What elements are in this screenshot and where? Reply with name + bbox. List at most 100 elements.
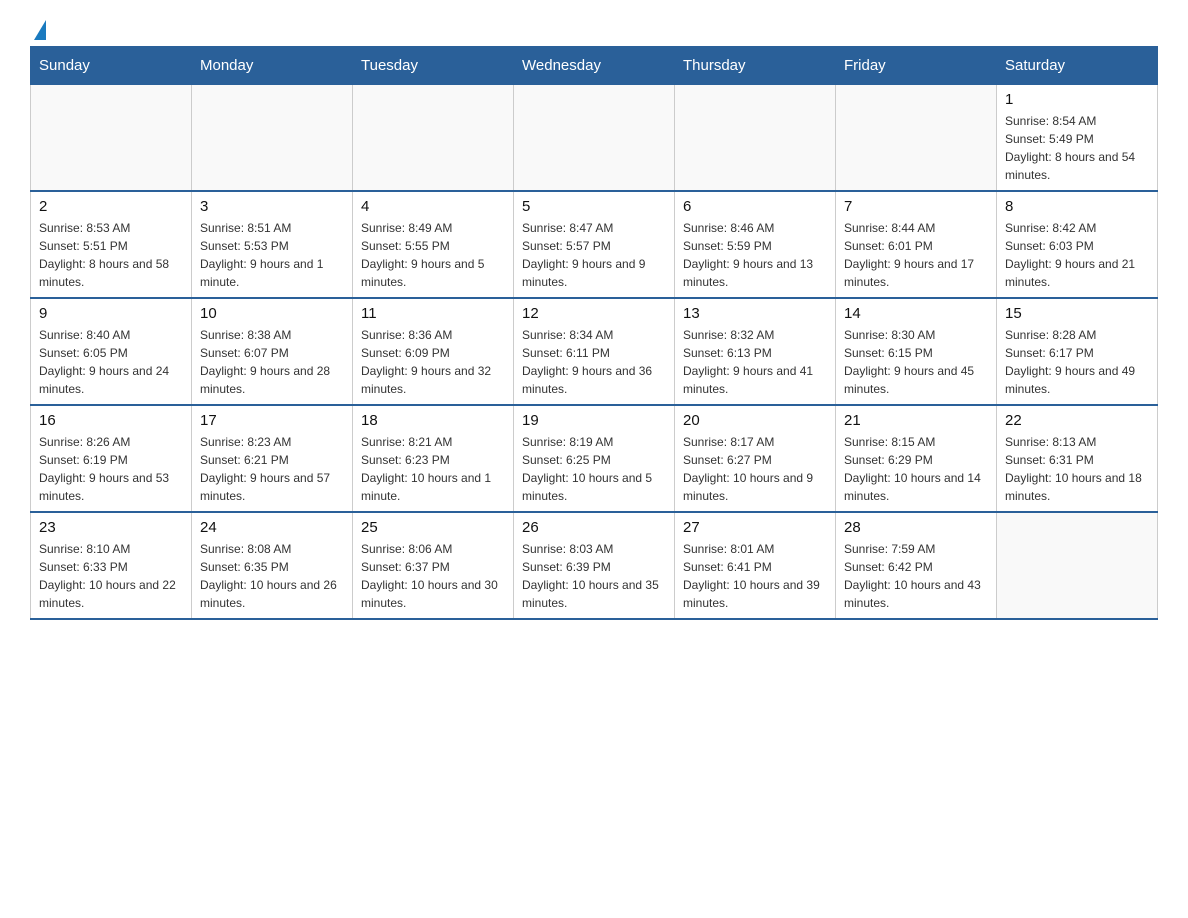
table-row: 2 Sunrise: 8:53 AMSunset: 5:51 PMDaylight… [31, 191, 192, 298]
header-thursday: Thursday [675, 47, 836, 85]
table-row: 13 Sunrise: 8:32 AMSunset: 6:13 PMDayligh… [675, 298, 836, 405]
table-row: 12 Sunrise: 8:34 AMSunset: 6:11 PMDayligh… [514, 298, 675, 405]
day-info: Sunrise: 8:01 AMSunset: 6:41 PMDaylight:… [683, 540, 827, 612]
table-row: 1Sunrise: 8:54 AMSunset: 5:49 PMDaylight… [997, 85, 1158, 192]
day-info: Sunrise: 8:19 AMSunset: 6:25 PMDaylight:… [522, 433, 666, 505]
day-info: Sunrise: 8:53 AMSunset: 5:51 PMDaylight:… [39, 219, 183, 291]
day-number: 26 [522, 519, 666, 536]
day-number: 3 [200, 198, 344, 215]
day-number: 20 [683, 412, 827, 429]
table-row: 18 Sunrise: 8:21 AMSunset: 6:23 PMDayligh… [353, 405, 514, 512]
day-info: Sunrise: 8:49 AMSunset: 5:55 PMDaylight:… [361, 219, 505, 291]
day-info: Sunrise: 8:03 AMSunset: 6:39 PMDaylight:… [522, 540, 666, 612]
table-row: 14 Sunrise: 8:30 AMSunset: 6:15 PMDayligh… [836, 298, 997, 405]
day-info: Sunrise: 8:15 AMSunset: 6:29 PMDaylight:… [844, 433, 988, 505]
table-row: 10 Sunrise: 8:38 AMSunset: 6:07 PMDayligh… [192, 298, 353, 405]
table-row [353, 85, 514, 192]
day-number: 9 [39, 305, 183, 322]
day-info: Sunrise: 8:28 AMSunset: 6:17 PMDaylight:… [1005, 326, 1149, 398]
table-row: 28 Sunrise: 7:59 AMSunset: 6:42 PMDayligh… [836, 512, 997, 619]
header-saturday: Saturday [997, 47, 1158, 85]
table-row [31, 85, 192, 192]
day-number: 8 [1005, 198, 1149, 215]
table-row: 15 Sunrise: 8:28 AMSunset: 6:17 PMDayligh… [997, 298, 1158, 405]
day-info: Sunrise: 8:10 AMSunset: 6:33 PMDaylight:… [39, 540, 183, 612]
table-row [836, 85, 997, 192]
table-row: 16Sunrise: 8:26 AMSunset: 6:19 PMDayligh… [31, 405, 192, 512]
table-row: 25 Sunrise: 8:06 AMSunset: 6:37 PMDayligh… [353, 512, 514, 619]
logo [30, 20, 46, 36]
table-row [675, 85, 836, 192]
table-row: 7 Sunrise: 8:44 AMSunset: 6:01 PMDaylight… [836, 191, 997, 298]
calendar-header-row: Sunday Monday Tuesday Wednesday Thursday… [31, 47, 1158, 85]
calendar-week-row: 2 Sunrise: 8:53 AMSunset: 5:51 PMDaylight… [31, 191, 1158, 298]
day-number: 19 [522, 412, 666, 429]
table-row: 4 Sunrise: 8:49 AMSunset: 5:55 PMDaylight… [353, 191, 514, 298]
day-number: 27 [683, 519, 827, 536]
day-info: Sunrise: 8:42 AMSunset: 6:03 PMDaylight:… [1005, 219, 1149, 291]
header-sunday: Sunday [31, 47, 192, 85]
day-info: Sunrise: 8:06 AMSunset: 6:37 PMDaylight:… [361, 540, 505, 612]
header-wednesday: Wednesday [514, 47, 675, 85]
day-info: Sunrise: 8:38 AMSunset: 6:07 PMDaylight:… [200, 326, 344, 398]
day-info: Sunrise: 8:23 AMSunset: 6:21 PMDaylight:… [200, 433, 344, 505]
day-info: Sunrise: 8:13 AMSunset: 6:31 PMDaylight:… [1005, 433, 1149, 505]
day-info: Sunrise: 8:40 AMSunset: 6:05 PMDaylight:… [39, 326, 183, 398]
table-row: 3 Sunrise: 8:51 AMSunset: 5:53 PMDaylight… [192, 191, 353, 298]
day-number: 25 [361, 519, 505, 536]
calendar-week-row: 1Sunrise: 8:54 AMSunset: 5:49 PMDaylight… [31, 85, 1158, 192]
day-number: 21 [844, 412, 988, 429]
day-number: 17 [200, 412, 344, 429]
table-row: 20Sunrise: 8:17 AMSunset: 6:27 PMDayligh… [675, 405, 836, 512]
table-row [192, 85, 353, 192]
table-row: 22 Sunrise: 8:13 AMSunset: 6:31 PMDayligh… [997, 405, 1158, 512]
calendar-week-row: 9 Sunrise: 8:40 AMSunset: 6:05 PMDaylight… [31, 298, 1158, 405]
table-row: 6Sunrise: 8:46 AMSunset: 5:59 PMDaylight… [675, 191, 836, 298]
day-number: 5 [522, 198, 666, 215]
calendar-week-row: 16Sunrise: 8:26 AMSunset: 6:19 PMDayligh… [31, 405, 1158, 512]
day-info: Sunrise: 8:26 AMSunset: 6:19 PMDaylight:… [39, 433, 183, 505]
calendar-week-row: 23 Sunrise: 8:10 AMSunset: 6:33 PMDayligh… [31, 512, 1158, 619]
day-number: 10 [200, 305, 344, 322]
day-info: Sunrise: 8:36 AMSunset: 6:09 PMDaylight:… [361, 326, 505, 398]
table-row: 8 Sunrise: 8:42 AMSunset: 6:03 PMDaylight… [997, 191, 1158, 298]
day-info: Sunrise: 8:30 AMSunset: 6:15 PMDaylight:… [844, 326, 988, 398]
day-number: 2 [39, 198, 183, 215]
page-header [30, 20, 1158, 36]
day-info: Sunrise: 8:08 AMSunset: 6:35 PMDaylight:… [200, 540, 344, 612]
day-number: 13 [683, 305, 827, 322]
table-row [997, 512, 1158, 619]
day-number: 12 [522, 305, 666, 322]
table-row: 26 Sunrise: 8:03 AMSunset: 6:39 PMDayligh… [514, 512, 675, 619]
day-number: 28 [844, 519, 988, 536]
table-row: 9 Sunrise: 8:40 AMSunset: 6:05 PMDaylight… [31, 298, 192, 405]
day-info: Sunrise: 8:34 AMSunset: 6:11 PMDaylight:… [522, 326, 666, 398]
day-info: Sunrise: 8:47 AMSunset: 5:57 PMDaylight:… [522, 219, 666, 291]
day-number: 11 [361, 305, 505, 322]
header-tuesday: Tuesday [353, 47, 514, 85]
header-friday: Friday [836, 47, 997, 85]
day-info: Sunrise: 8:46 AMSunset: 5:59 PMDaylight:… [683, 219, 827, 291]
day-number: 22 [1005, 412, 1149, 429]
day-number: 24 [200, 519, 344, 536]
day-info: Sunrise: 8:54 AMSunset: 5:49 PMDaylight:… [1005, 112, 1149, 184]
calendar-table: Sunday Monday Tuesday Wednesday Thursday… [30, 46, 1158, 620]
day-info: Sunrise: 8:44 AMSunset: 6:01 PMDaylight:… [844, 219, 988, 291]
day-number: 7 [844, 198, 988, 215]
table-row: 27 Sunrise: 8:01 AMSunset: 6:41 PMDayligh… [675, 512, 836, 619]
logo-triangle-icon [34, 20, 46, 40]
table-row: 5 Sunrise: 8:47 AMSunset: 5:57 PMDaylight… [514, 191, 675, 298]
header-monday: Monday [192, 47, 353, 85]
day-info: Sunrise: 8:21 AMSunset: 6:23 PMDaylight:… [361, 433, 505, 505]
table-row: 23 Sunrise: 8:10 AMSunset: 6:33 PMDayligh… [31, 512, 192, 619]
table-row: 11 Sunrise: 8:36 AMSunset: 6:09 PMDayligh… [353, 298, 514, 405]
day-number: 14 [844, 305, 988, 322]
day-number: 23 [39, 519, 183, 536]
day-number: 4 [361, 198, 505, 215]
day-info: Sunrise: 7:59 AMSunset: 6:42 PMDaylight:… [844, 540, 988, 612]
day-number: 18 [361, 412, 505, 429]
table-row: 17 Sunrise: 8:23 AMSunset: 6:21 PMDayligh… [192, 405, 353, 512]
day-info: Sunrise: 8:51 AMSunset: 5:53 PMDaylight:… [200, 219, 344, 291]
day-number: 15 [1005, 305, 1149, 322]
day-info: Sunrise: 8:32 AMSunset: 6:13 PMDaylight:… [683, 326, 827, 398]
